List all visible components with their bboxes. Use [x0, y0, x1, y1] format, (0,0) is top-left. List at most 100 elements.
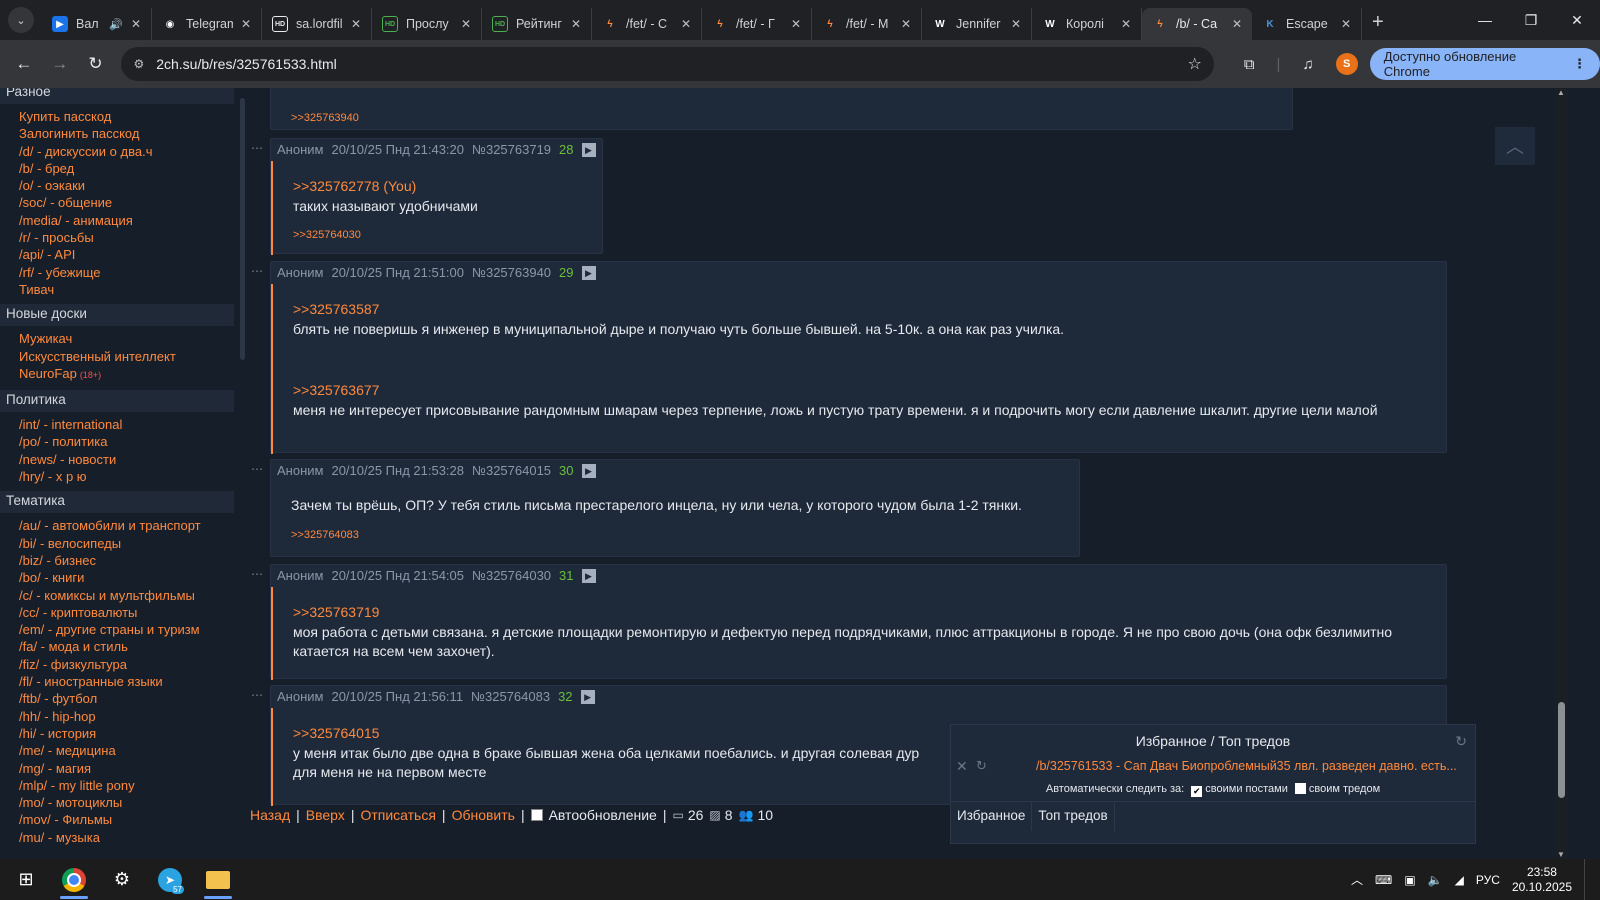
board-link[interactable]: /fl/ - иностранные языки: [0, 673, 240, 690]
board-link[interactable]: /media/ - анимация: [0, 212, 240, 229]
chrome-update-button[interactable]: Доступно обновление Chrome ⋮: [1369, 48, 1600, 80]
quote-link[interactable]: >>325763587: [293, 300, 1426, 320]
post-expand-icon[interactable]: ▶: [581, 266, 596, 280]
close-tab-icon[interactable]: ✕: [571, 17, 581, 31]
board-link[interactable]: /me/ - медицина: [0, 742, 240, 759]
board-link[interactable]: /em/ - другие страны и туризм: [0, 621, 240, 638]
reply-link[interactable]: >>325764030: [293, 220, 582, 254]
board-link[interactable]: Мужикач: [0, 330, 240, 347]
site-info-icon[interactable]: ⚙: [133, 57, 144, 71]
browser-tab[interactable]: ϟ/fet/ - М ✕: [812, 8, 922, 40]
browser-tab[interactable]: HD Прослу ✕: [372, 8, 482, 40]
post-expand-icon[interactable]: ▶: [581, 143, 596, 157]
back-link[interactable]: Назад: [250, 807, 290, 823]
browser-tab[interactable]: ϟ/b/ - Са ✕: [1142, 8, 1252, 40]
quote-link[interactable]: >>325763719: [293, 603, 1426, 623]
browser-tab[interactable]: HD sa.lordfilm ✕: [262, 8, 372, 40]
post-menu-dots[interactable]: ⋯: [251, 688, 264, 702]
reply-link[interactable]: >>325764083: [291, 520, 1059, 554]
board-link[interactable]: /c/ - комиксы и мультфильмы: [0, 587, 240, 604]
browser-tab[interactable]: ◉ Telegram ✕: [152, 8, 262, 40]
close-tab-icon[interactable]: ✕: [131, 17, 141, 31]
more-menu-icon[interactable]: ⋮: [1573, 56, 1586, 72]
reload-icon[interactable]: ↻: [78, 54, 114, 74]
post-id[interactable]: №325763940: [472, 262, 551, 284]
board-link[interactable]: /mov/ - Фильмы: [0, 811, 240, 828]
browser-tab[interactable]: W Королі ✕: [1032, 8, 1142, 40]
refresh-link[interactable]: Обновить: [452, 807, 515, 823]
board-link[interactable]: /cc/ - криптовалюты: [0, 604, 240, 621]
board-link[interactable]: /int/ - international: [0, 416, 240, 433]
file-explorer-icon[interactable]: [194, 859, 242, 900]
media-control-icon[interactable]: ♫: [1302, 56, 1313, 73]
post-menu-dots[interactable]: ⋯: [251, 567, 264, 581]
close-tab-icon[interactable]: ✕: [1232, 17, 1242, 31]
board-link[interactable]: /po/ - политика: [0, 433, 240, 450]
board-link[interactable]: /news/ - новости: [0, 451, 240, 468]
tab-search-button[interactable]: ⌄: [8, 7, 34, 33]
extensions-icon[interactable]: ⧉: [1244, 56, 1255, 73]
board-link[interactable]: /b/ - бред: [0, 160, 240, 177]
browser-tab[interactable]: ϟ/fet/ - Г ✕: [702, 8, 812, 40]
browser-tab[interactable]: W Jennifer ✕: [922, 8, 1032, 40]
browser-tab[interactable]: K Escape ✕: [1252, 8, 1362, 40]
close-tab-icon[interactable]: ✕: [791, 17, 801, 31]
volume-icon[interactable]: 🔈: [1428, 873, 1443, 887]
speaker-icon[interactable]: 🔊: [109, 18, 123, 31]
wifi-icon[interactable]: ◢: [1455, 873, 1464, 887]
camera-icon[interactable]: ▣: [1404, 873, 1415, 887]
post-menu-dots[interactable]: ⋯: [251, 141, 264, 155]
close-tab-icon[interactable]: ✕: [1011, 17, 1021, 31]
new-tab-button[interactable]: +: [1372, 11, 1384, 34]
browser-tab[interactable]: ▶ Вал 🔊 ✕: [42, 8, 152, 40]
board-link[interactable]: /r/ - просьбы: [0, 229, 240, 246]
windows-start-icon[interactable]: ⊞: [2, 859, 50, 900]
remove-favorite-icon[interactable]: ✕: [956, 758, 976, 775]
own-posts-checkbox[interactable]: ✔: [1191, 786, 1203, 797]
settings-gear-icon[interactable]: ⚙: [98, 859, 146, 900]
board-link[interactable]: /hh/ - hip-hop: [0, 708, 240, 725]
quote-link[interactable]: >>325762778 (You): [293, 177, 582, 197]
board-link[interactable]: Тивач: [0, 281, 240, 298]
post-id[interactable]: №325764083: [471, 686, 550, 708]
chevron-up-tray-icon[interactable]: ︿: [1351, 871, 1363, 888]
board-link[interactable]: /bo/ - книги: [0, 569, 240, 586]
post-expand-icon[interactable]: ▶: [580, 690, 595, 704]
scroll-to-top-button[interactable]: ︿: [1495, 127, 1535, 165]
scrollbar-thumb[interactable]: [1558, 702, 1565, 798]
favorite-thread-link[interactable]: /b/325761533 - Сап Двач Биопроблемный35 …: [1036, 759, 1457, 773]
forward-arrow-icon[interactable]: →: [42, 54, 78, 74]
board-link[interactable]: /mlp/ - my little pony: [0, 777, 240, 794]
post-expand-icon[interactable]: ▶: [581, 569, 596, 583]
refresh-icon[interactable]: ↻: [1455, 733, 1467, 750]
close-tab-icon[interactable]: ✕: [681, 17, 691, 31]
board-link[interactable]: /ftb/ - футбол: [0, 690, 240, 707]
board-link[interactable]: /d/ - дискуссии о два.ч: [0, 143, 240, 160]
restore-icon[interactable]: ❐: [1508, 0, 1554, 40]
board-group-title[interactable]: Разное: [0, 88, 234, 104]
board-link[interactable]: /fiz/ - физкультура: [0, 656, 240, 673]
address-bar[interactable]: ⚙ 2ch.su/b/res/325761533.html ☆: [121, 47, 1214, 81]
post-menu-dots[interactable]: ⋯: [251, 264, 264, 278]
show-desktop-button[interactable]: [1584, 859, 1590, 900]
board-group-title[interactable]: Политика: [0, 390, 234, 413]
page-scrollbar[interactable]: ▲ ▼: [1555, 88, 1568, 859]
post-id[interactable]: №325764030: [472, 565, 551, 587]
board-link[interactable]: /mg/ - магия: [0, 760, 240, 777]
tab-favorites[interactable]: Избранное: [951, 802, 1033, 831]
close-window-icon[interactable]: ✕: [1554, 0, 1600, 40]
post-id[interactable]: №325764015: [472, 460, 551, 482]
own-thread-checkbox[interactable]: [1294, 783, 1306, 794]
board-link[interactable]: /api/ - API: [0, 246, 240, 263]
board-link[interactable]: /hi/ - история: [0, 725, 240, 742]
board-link[interactable]: NeuroFap (18+): [0, 365, 240, 384]
browser-tab[interactable]: HD Рейтинг ✕: [482, 8, 592, 40]
board-link[interactable]: /biz/ - бизнес: [0, 552, 240, 569]
board-link[interactable]: /fa/ - мода и стиль: [0, 638, 240, 655]
quote-link[interactable]: >>325763677: [293, 381, 1426, 401]
scroll-down-icon[interactable]: ▼: [1557, 850, 1565, 859]
refresh-thread-icon[interactable]: ↻: [976, 758, 1036, 774]
board-link[interactable]: Искусственный интеллект: [0, 348, 240, 365]
post-id[interactable]: №325763719: [472, 139, 551, 161]
to-top-link[interactable]: Вверх: [306, 807, 345, 823]
